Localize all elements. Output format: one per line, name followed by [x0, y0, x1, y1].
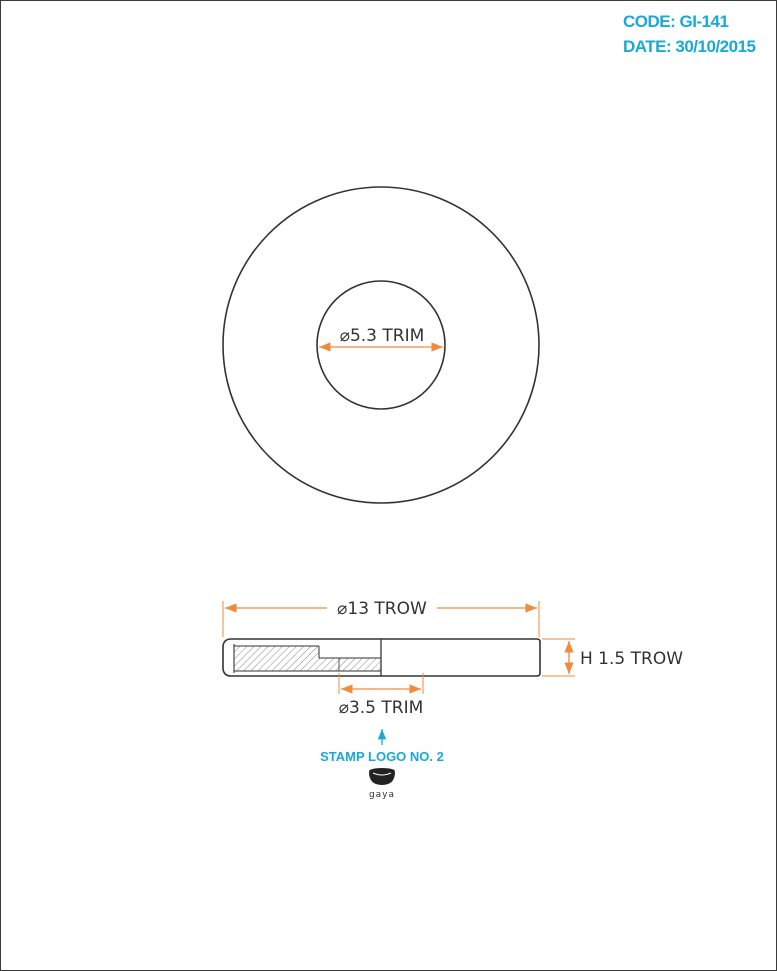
technical-drawing: ⌀5.3 TRIM ⌀13 TROW H 1.5 TROW ⌀3.5 TRIM …	[222, 186, 683, 800]
height-label: H 1.5 TROW	[580, 649, 683, 669]
logo-text: gaya	[369, 790, 395, 800]
bowl-icon	[369, 772, 395, 785]
top-view: ⌀5.3 TRIM	[222, 186, 540, 504]
section-cut	[233, 644, 381, 673]
gaya-logo: gaya	[369, 768, 395, 800]
outer-diameter-label: ⌀13 TROW	[337, 599, 427, 619]
side-view: ⌀13 TROW H 1.5 TROW ⌀3.5 TRIM	[222, 599, 683, 718]
stamp-note-label: STAMP LOGO NO. 2	[320, 749, 444, 764]
stamp-diameter-label: ⌀3.5 TRIM	[339, 698, 424, 718]
inner-diameter-label: ⌀5.3 TRIM	[340, 326, 425, 346]
stamp-note: STAMP LOGO NO. 2 gaya	[320, 729, 444, 800]
drawing-sheet: CODE: GI-141 DATE: 30/10/2015 ⌀5.3 TRIM	[0, 0, 777, 971]
